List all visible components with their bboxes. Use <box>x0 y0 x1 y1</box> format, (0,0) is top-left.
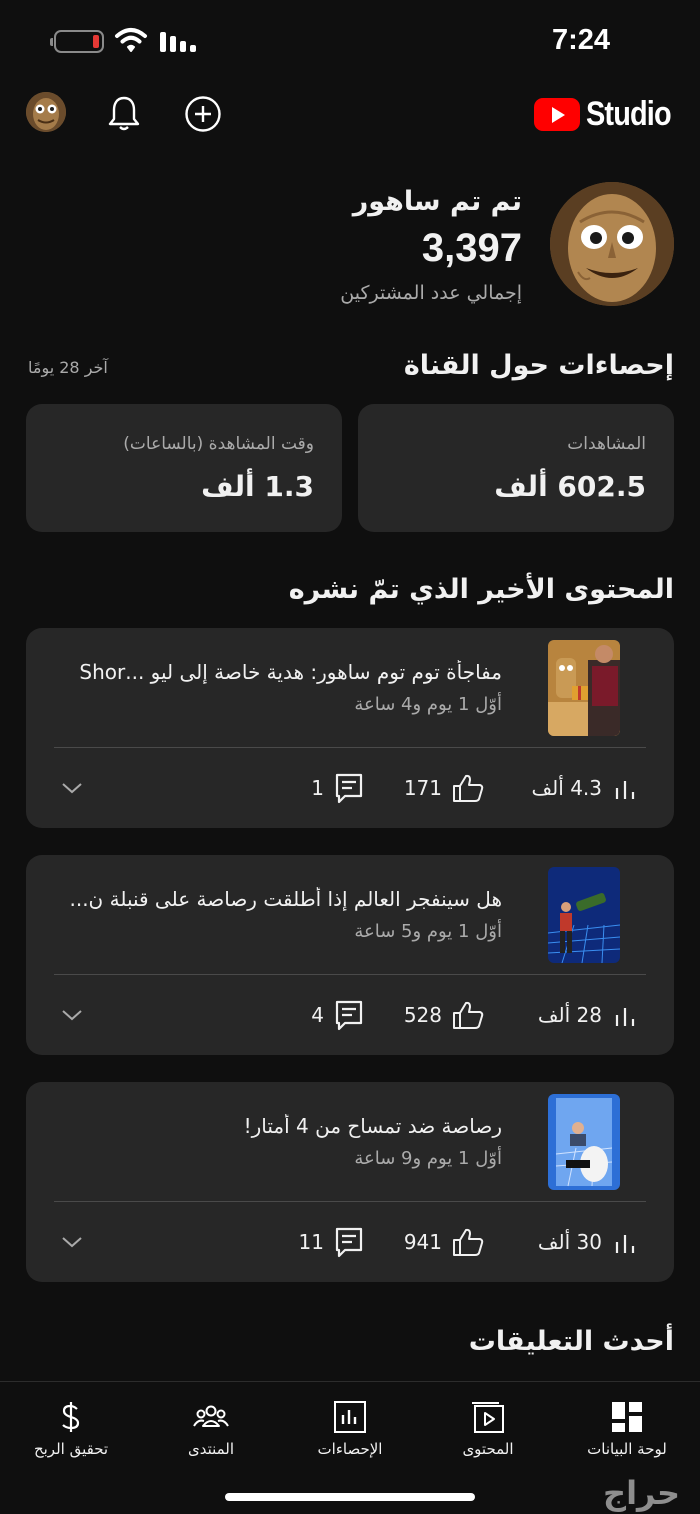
video-comments-metric: 1 <box>311 771 364 805</box>
video-views: 4.3 ألف <box>531 776 602 800</box>
nav-label: الإحصاءات <box>317 1440 383 1458</box>
logo-text: Studio <box>586 94 672 133</box>
video-comments-metric: 4 <box>311 998 364 1032</box>
video-age: أوّل 1 يوم و5 ساعة <box>354 921 502 942</box>
bar-chart-icon <box>615 1235 635 1253</box>
divider <box>54 1201 646 1202</box>
video-likes: 171 <box>403 776 442 800</box>
nav-label: لوحة البيانات <box>587 1440 667 1458</box>
subscriber-count: 3,397 <box>421 226 522 270</box>
account-avatar[interactable] <box>26 92 66 132</box>
thumb-up-icon <box>453 1228 484 1256</box>
video-age: أوّل 1 يوم و4 ساعة <box>354 694 502 715</box>
watermark-logo: حراج <box>603 1474 680 1512</box>
video-title: رصاصة ضد تمساح من 4 أمتار! <box>243 1114 502 1138</box>
analytics-period: آخر 28 يومًا <box>28 358 108 377</box>
thumb-up-icon <box>453 774 484 802</box>
video-thumbnail[interactable] <box>548 867 620 963</box>
community-icon <box>193 1405 229 1427</box>
views-card[interactable]: المشاهدات 602.5 ألف <box>358 404 674 532</box>
youtube-play-icon <box>534 97 581 131</box>
video-comments: 1 <box>311 776 324 800</box>
bar-chart-icon <box>615 1008 635 1026</box>
subscriber-label: إجمالي عدد المشتركين <box>340 282 522 304</box>
channel-avatar[interactable] <box>550 182 674 306</box>
thumb-up-icon <box>453 1001 484 1029</box>
youtube-studio-logo: Studio <box>534 94 674 134</box>
notifications-bell-icon[interactable] <box>106 94 142 132</box>
content-icon <box>472 1402 504 1433</box>
video-title: مفاجأة توم توم ساهور: هدية خاصة إلى ليو … <box>79 660 502 684</box>
nav-analytics[interactable]: الإحصاءات <box>285 1400 415 1458</box>
chevron-down-icon[interactable] <box>60 1003 84 1027</box>
watch-time-value: 1.3 ألف <box>201 470 314 503</box>
video-thumbnail[interactable] <box>548 640 620 736</box>
nav-label: المنتدى <box>187 1440 235 1458</box>
video-card[interactable]: رصاصة ضد تمساح من 4 أمتار! أوّل 1 يوم و9… <box>26 1082 674 1282</box>
latest-comments-title: أحدث التعليقات <box>468 1326 674 1357</box>
video-age: أوّل 1 يوم و9 ساعة <box>354 1148 502 1169</box>
nav-label: المحتوى <box>462 1440 514 1458</box>
video-title: هل سينفجر العالم إذا أطلقت رصاصة على قنب… <box>69 887 502 911</box>
create-plus-icon[interactable] <box>184 95 222 133</box>
video-likes-metric: 941 <box>404 1225 484 1259</box>
watch-time-label: وقت المشاهدة (بالساعات) <box>123 434 314 454</box>
video-comments: 4 <box>311 1003 324 1027</box>
recent-content-title: المحتوى الأخير الذي تمّ نشره <box>288 574 674 605</box>
video-views: 30 ألف <box>537 1230 602 1254</box>
wifi-icon <box>115 28 147 52</box>
comment-icon <box>335 773 363 804</box>
battery-icon <box>50 30 104 53</box>
video-card[interactable]: مفاجأة توم توم ساهور: هدية خاصة إلى ليو … <box>26 628 674 828</box>
video-comments-metric: 11 <box>299 1225 364 1259</box>
video-likes: 941 <box>403 1230 442 1254</box>
video-likes: 528 <box>403 1003 442 1027</box>
views-label: المشاهدات <box>567 434 646 454</box>
app-header: Studio <box>0 80 700 148</box>
analytics-icon <box>334 1401 366 1433</box>
analytics-title: إحصاءات حول القناة <box>403 350 674 381</box>
nav-earn[interactable]: تحقيق الربح <box>6 1400 136 1458</box>
video-comments: 11 <box>298 1230 324 1254</box>
channel-name: تم تم ساهور <box>352 186 522 217</box>
divider <box>54 747 646 748</box>
comment-icon <box>335 1227 363 1258</box>
chevron-down-icon[interactable] <box>60 1230 84 1254</box>
dashboard-icon <box>612 1402 642 1432</box>
bar-chart-icon <box>615 781 635 799</box>
views-value: 602.5 ألف <box>494 470 646 503</box>
dollar-icon <box>62 1402 80 1432</box>
comment-icon <box>335 1000 363 1031</box>
video-views-metric: 4.3 ألف <box>531 771 638 805</box>
divider <box>54 974 646 975</box>
chevron-down-icon[interactable] <box>60 776 84 800</box>
status-time: 7:24 <box>551 24 610 56</box>
nav-content[interactable]: المحتوى <box>423 1400 553 1458</box>
video-likes-metric: 528 <box>404 998 484 1032</box>
video-thumbnail[interactable] <box>548 1094 620 1190</box>
video-views-metric: 30 ألف <box>538 1225 638 1259</box>
signal-icon <box>160 32 196 52</box>
watch-time-card[interactable]: وقت المشاهدة (بالساعات) 1.3 ألف <box>26 404 342 532</box>
nav-label: تحقيق الربح <box>33 1440 109 1458</box>
video-views: 28 ألف <box>537 1003 602 1027</box>
status-bar: 7:24 <box>0 0 700 80</box>
home-indicator[interactable] <box>225 1493 475 1501</box>
video-card[interactable]: هل سينفجر العالم إذا أطلقت رصاصة على قنب… <box>26 855 674 1055</box>
video-likes-metric: 171 <box>404 771 484 805</box>
nav-community[interactable]: المنتدى <box>146 1400 276 1458</box>
video-views-metric: 28 ألف <box>538 998 638 1032</box>
nav-dashboard[interactable]: لوحة البيانات <box>562 1400 692 1458</box>
